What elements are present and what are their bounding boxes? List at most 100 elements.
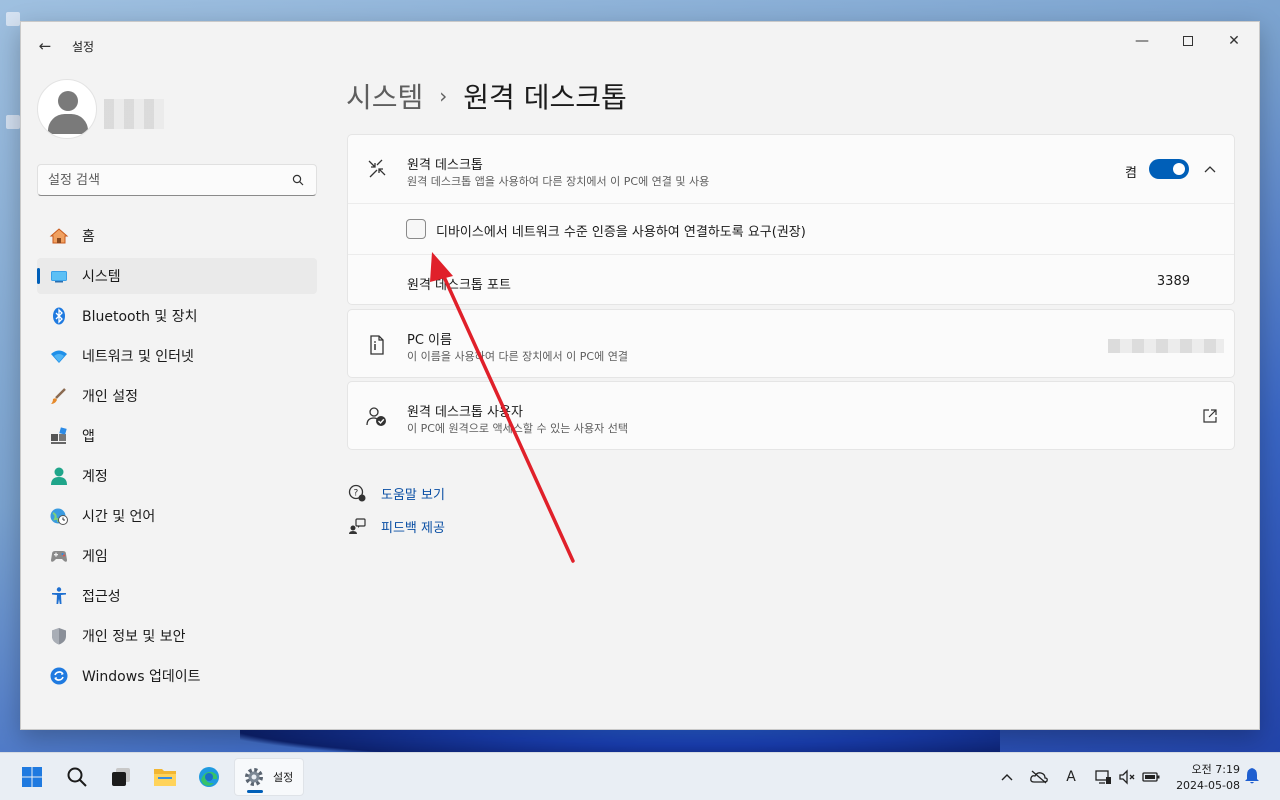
maximize-button[interactable] [1165, 26, 1211, 56]
app-title: 설정 [72, 40, 95, 54]
toggle-state-label: 켬 [1125, 166, 1137, 181]
bluetooth-icon [49, 306, 69, 326]
clock[interactable]: 오전 7:19 2024-05-08 [1168, 761, 1240, 792]
taskbar-settings-button[interactable]: 설정 [234, 758, 304, 796]
remote-desktop-toggle[interactable] [1149, 159, 1189, 179]
chevron-up-icon[interactable] [1200, 159, 1220, 179]
system-tray: A [996, 753, 1162, 800]
speaker-muted-icon[interactable] [1116, 766, 1138, 788]
maximize-icon [1183, 36, 1193, 46]
port-value: 3389 [1156, 274, 1190, 289]
feedback-link-label[interactable]: 피드백 제공 [381, 517, 445, 536]
edge-button[interactable] [190, 758, 228, 796]
start-button[interactable] [13, 758, 51, 796]
help-link-label[interactable]: 도움말 보기 [381, 484, 445, 503]
sidebar-item-label: 홈 [82, 229, 95, 245]
network-icon [49, 346, 69, 366]
sidebar-item-personalization[interactable]: 개인 설정 [37, 378, 317, 414]
sidebar-item-system[interactable]: 시스템 [37, 258, 317, 294]
pc-name-icon [366, 334, 388, 356]
task-view-button[interactable] [102, 758, 140, 796]
pc-name-card: PC 이름 이 이름을 사용하여 다른 장치에서 이 PC에 연결 [347, 309, 1235, 378]
taskbar-search-button[interactable] [58, 758, 96, 796]
taskbar: 설정 A 오전 7:19 2024-05-08 [0, 752, 1280, 800]
sidebar-item-label: 접근성 [82, 589, 121, 605]
external-link-icon[interactable] [1201, 407, 1219, 425]
users-icon [366, 406, 388, 428]
desktop-icon[interactable] [6, 115, 20, 129]
avatar[interactable] [37, 79, 97, 139]
sidebar-item-gaming[interactable]: 게임 [37, 538, 317, 574]
notification-bell-icon[interactable] [1244, 767, 1260, 785]
back-button[interactable]: ← [33, 34, 57, 58]
help-link[interactable]: ? 도움말 보기 [347, 483, 445, 503]
remote-desktop-description: 원격 데스크톱 앱을 사용하여 다른 장치에서 이 PC에 연결 및 사용 [407, 175, 710, 188]
sidebar-item-privacy[interactable]: 개인 정보 및 보안 [37, 618, 317, 654]
accessibility-icon [49, 586, 69, 606]
remote-desktop-icon [366, 157, 388, 179]
remote-desktop-users-card[interactable]: 원격 데스크톱 사용자 이 PC에 원격으로 액세스할 수 있는 사용자 선택 [347, 381, 1235, 450]
clock-date: 2024-05-08 [1176, 779, 1240, 792]
feedback-link[interactable]: 피드백 제공 [347, 516, 445, 536]
taskbar-settings-label: 설정 [273, 771, 294, 784]
sidebar-item-windows-update[interactable]: Windows 업데이트 [37, 658, 317, 694]
minimize-button[interactable]: — [1119, 26, 1165, 56]
chevron-up-icon[interactable] [996, 766, 1018, 788]
sidebar-item-home[interactable]: 홈 [37, 218, 317, 254]
nla-checkbox-label[interactable]: 디바이스에서 네트워크 수준 인증을 사용하여 연결하도록 요구(권장) [436, 221, 806, 240]
sidebar-item-accessibility[interactable]: 접근성 [37, 578, 317, 614]
sidebar-item-accounts[interactable]: 계정 [37, 458, 317, 494]
sidebar-item-label: 개인 설정 [82, 389, 138, 405]
time-language-icon [49, 506, 69, 526]
display-icon[interactable] [1092, 766, 1114, 788]
sidebar-item-label: 개인 정보 및 보안 [82, 629, 186, 645]
sidebar-item-label: Windows 업데이트 [82, 669, 201, 685]
file-explorer-button[interactable] [146, 758, 184, 796]
apps-icon [49, 426, 69, 446]
settings-window: ← 설정 — ✕ 홈 시스템 [20, 21, 1260, 730]
divider [348, 254, 1234, 255]
nla-checkbox[interactable] [406, 219, 426, 239]
clock-time: 오전 7:19 [1191, 763, 1240, 776]
sidebar-item-label: 시스템 [82, 269, 121, 285]
brush-icon [49, 386, 69, 406]
task-view-icon [112, 768, 130, 786]
sidebar-item-time-language[interactable]: 시간 및 언어 [37, 498, 317, 534]
edge-icon [199, 767, 219, 787]
sidebar-nav: 홈 시스템 Bluetooth 및 장치 네트워크 및 인터넷 개인 설정 앱 … [37, 218, 317, 698]
sidebar-item-apps[interactable]: 앱 [37, 418, 317, 454]
sidebar-item-label: 시간 및 언어 [82, 509, 156, 525]
gear-icon [245, 768, 263, 786]
rd-users-title: 원격 데스크톱 사용자 [407, 405, 523, 420]
battery-icon[interactable] [1140, 766, 1162, 788]
breadcrumb-parent[interactable]: 시스템 [346, 76, 423, 116]
desktop-icon[interactable] [6, 12, 20, 26]
feedback-icon [347, 516, 367, 536]
settings-search[interactable] [37, 164, 317, 196]
onedrive-offline-icon[interactable] [1028, 766, 1050, 788]
search-icon [67, 767, 87, 787]
breadcrumb: 시스템 › 원격 데스크톱 [346, 76, 627, 116]
close-button[interactable]: ✕ [1211, 26, 1257, 56]
sidebar-item-bluetooth[interactable]: Bluetooth 및 장치 [37, 298, 317, 334]
help-icon: ? [347, 483, 367, 503]
sidebar-item-network[interactable]: 네트워크 및 인터넷 [37, 338, 317, 374]
sidebar-item-label: Bluetooth 및 장치 [82, 309, 198, 325]
input-method-icon[interactable]: A [1060, 766, 1082, 788]
pc-name-value-redacted [1108, 339, 1224, 353]
gaming-icon [49, 546, 69, 566]
sidebar-item-label: 계정 [82, 469, 108, 485]
search-input[interactable] [48, 171, 278, 189]
sidebar-item-label: 앱 [82, 429, 95, 445]
remote-desktop-title: 원격 데스크톱 [407, 158, 483, 173]
home-icon [49, 226, 69, 246]
pc-name-title: PC 이름 [407, 333, 452, 348]
system-icon [49, 266, 69, 286]
pc-name-description: 이 이름을 사용하여 다른 장치에서 이 PC에 연결 [407, 350, 628, 363]
title-bar: ← 설정 — ✕ [21, 22, 1259, 70]
search-icon[interactable] [292, 174, 304, 186]
update-icon [49, 666, 69, 686]
account-icon [49, 466, 69, 486]
divider [348, 203, 1234, 204]
sidebar-item-label: 네트워크 및 인터넷 [82, 349, 194, 365]
